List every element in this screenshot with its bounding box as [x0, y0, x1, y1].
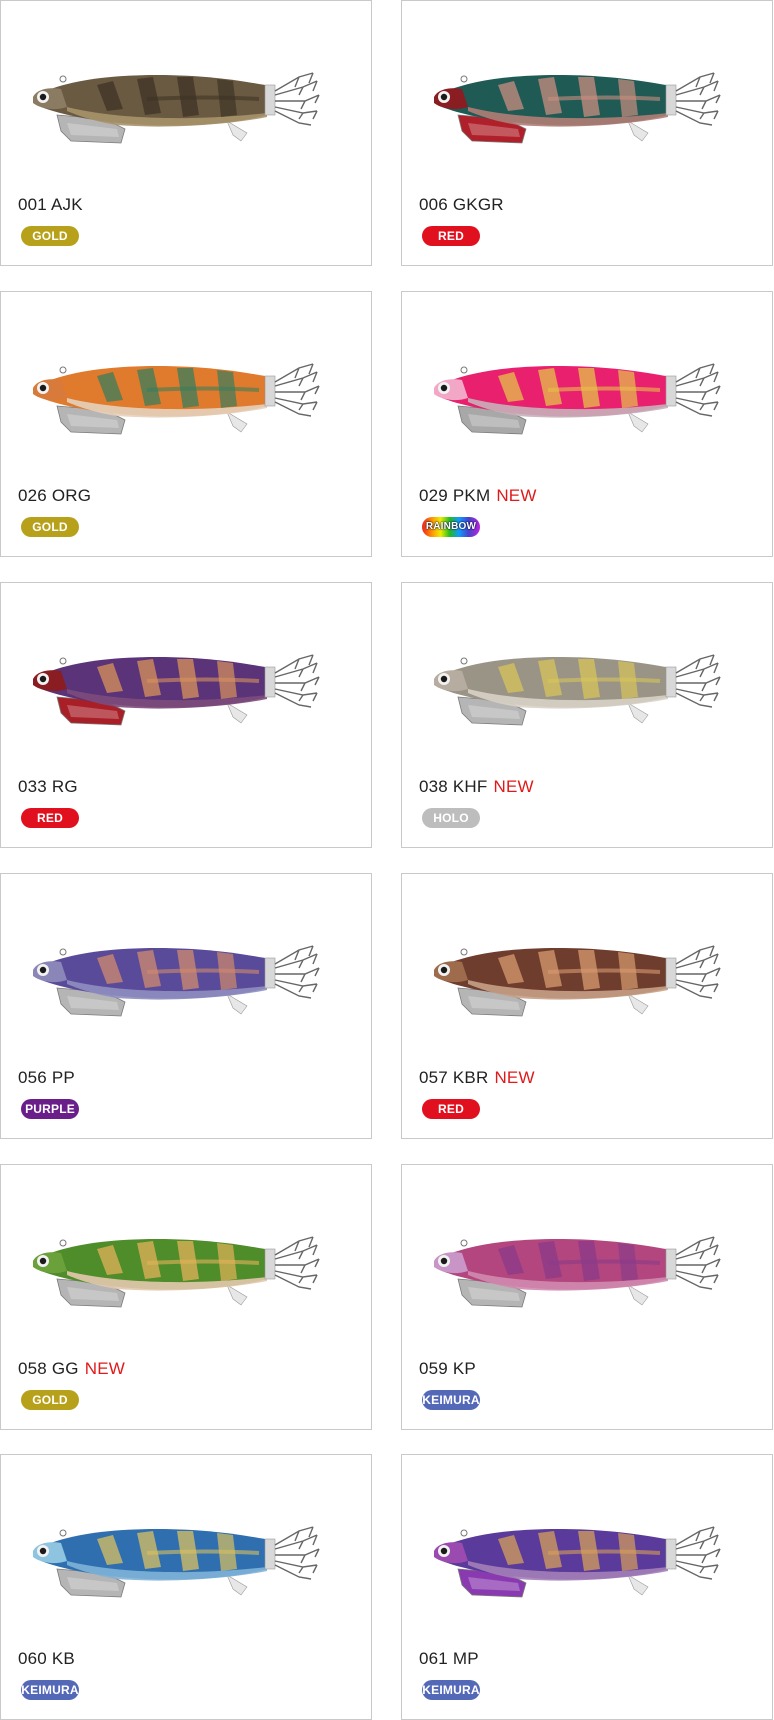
finish-badge: KEIMURA	[422, 1680, 480, 1700]
color-code-label: 038 KHF	[419, 777, 488, 796]
product-code: 061 MP	[419, 1649, 479, 1669]
product-color-grid: 001 AJK GOLD 006 GKGR RED 026 ORG GOLD 0…	[0, 0, 774, 1720]
squid-jig-image	[434, 945, 721, 1017]
finish-badge: PURPLE	[21, 1099, 79, 1119]
color-code-label: 056 PP	[18, 1068, 75, 1087]
squid-jig-image	[33, 72, 320, 144]
product-card[interactable]: 029 PKM NEW RAINBOW	[401, 291, 773, 557]
finish-badge: RED	[422, 1099, 480, 1119]
product-code: 001 AJK	[18, 195, 83, 215]
squid-jig-image	[33, 945, 320, 1017]
squid-jig-image	[434, 654, 721, 726]
new-label: NEW	[84, 1359, 125, 1378]
product-code: 029 PKM NEW	[419, 486, 537, 506]
product-code: 006 GKGR	[419, 195, 504, 215]
finish-badge: RED	[21, 808, 79, 828]
color-code-label: 057 KBR	[419, 1068, 489, 1087]
color-code-label: 059 KP	[419, 1359, 476, 1378]
color-code-label: 061 MP	[419, 1649, 479, 1668]
product-code: 038 KHF NEW	[419, 777, 534, 797]
new-label: NEW	[494, 1068, 535, 1087]
product-card[interactable]: 001 AJK GOLD	[0, 0, 372, 266]
squid-jig-image	[434, 1526, 721, 1598]
color-code-label: 060 KB	[18, 1649, 75, 1668]
finish-badge: GOLD	[21, 517, 79, 537]
finish-badge: HOLO	[422, 808, 480, 828]
finish-badge: RED	[422, 226, 480, 246]
color-code-label: 001 AJK	[18, 195, 83, 214]
product-code: 057 KBR NEW	[419, 1068, 535, 1088]
product-code: 026 ORG	[18, 486, 91, 506]
new-label: NEW	[493, 777, 534, 796]
product-card[interactable]: 058 GG NEW GOLD	[0, 1164, 372, 1430]
squid-jig-image	[434, 1236, 721, 1308]
product-code: 033 RG	[18, 777, 78, 797]
squid-jig-image	[33, 654, 320, 726]
squid-jig-image	[33, 1526, 320, 1598]
squid-jig-image	[434, 363, 721, 435]
finish-badge: GOLD	[21, 1390, 79, 1410]
color-code-label: 033 RG	[18, 777, 78, 796]
squid-jig-image	[33, 1236, 320, 1308]
product-card[interactable]: 006 GKGR RED	[401, 0, 773, 266]
finish-badge: RAINBOW	[422, 517, 480, 537]
product-card[interactable]: 038 KHF NEW HOLO	[401, 582, 773, 848]
squid-jig-image	[434, 72, 721, 144]
product-card[interactable]: 061 MP KEIMURA	[401, 1454, 773, 1720]
finish-badge: KEIMURA	[422, 1390, 480, 1410]
product-card[interactable]: 056 PP PURPLE	[0, 873, 372, 1139]
color-code-label: 006 GKGR	[419, 195, 504, 214]
squid-jig-image	[33, 363, 320, 435]
finish-badge: GOLD	[21, 226, 79, 246]
product-code: 059 KP	[419, 1359, 476, 1379]
color-code-label: 058 GG	[18, 1359, 79, 1378]
color-code-label: 029 PKM	[419, 486, 491, 505]
product-card[interactable]: 026 ORG GOLD	[0, 291, 372, 557]
product-code: 056 PP	[18, 1068, 75, 1088]
new-label: NEW	[496, 486, 537, 505]
color-code-label: 026 ORG	[18, 486, 92, 505]
product-code: 058 GG NEW	[18, 1359, 125, 1379]
product-code: 060 KB	[18, 1649, 75, 1669]
product-card[interactable]: 060 KB KEIMURA	[0, 1454, 372, 1720]
product-card[interactable]: 057 KBR NEW RED	[401, 873, 773, 1139]
finish-badge: KEIMURA	[21, 1680, 79, 1700]
product-card[interactable]: 033 RG RED	[0, 582, 372, 848]
product-card[interactable]: 059 KP KEIMURA	[401, 1164, 773, 1430]
